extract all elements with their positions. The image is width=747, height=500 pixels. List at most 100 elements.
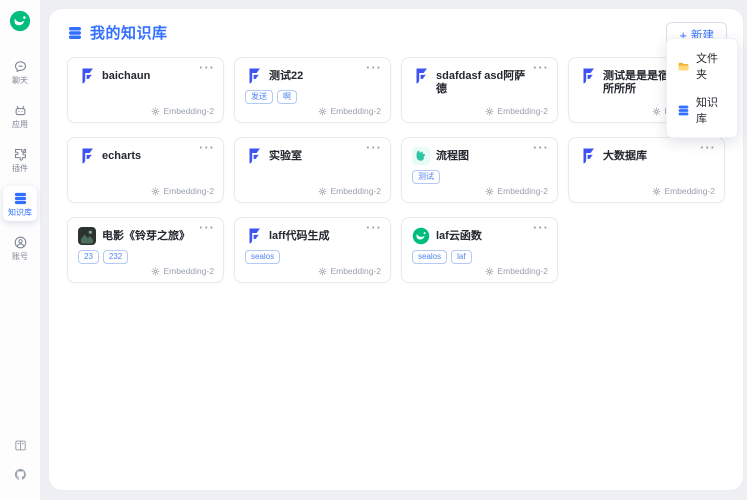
model-label: Embedding-2 — [664, 186, 715, 196]
card-title: echarts — [102, 150, 141, 163]
model-label: Embedding-2 — [163, 106, 214, 116]
model-label: Embedding-2 — [163, 266, 214, 276]
dataset-card[interactable]: 流程图··· 测试 Embedding-2 — [401, 137, 558, 203]
sidebar-item-label: 插件 — [12, 164, 28, 173]
doc-icon[interactable] — [13, 438, 28, 453]
user-icon — [13, 235, 28, 250]
model-label: Embedding-2 — [163, 186, 214, 196]
sidebar: 聊天应用插件知识库账号 — [0, 0, 40, 500]
gear-icon — [318, 107, 327, 116]
tag-badge: 测试 — [412, 170, 440, 184]
gear-icon — [652, 107, 661, 116]
dataset-card[interactable]: baichaun ··· Embedding-2 — [67, 57, 224, 123]
card-title: sdafdasf asd阿萨德 — [436, 70, 531, 96]
card-tag-row: sealos laf — [412, 250, 547, 264]
tag-badge: 23 — [78, 250, 99, 264]
teal-avatar-icon — [412, 147, 430, 165]
card-model-badge: Embedding-2 — [151, 266, 214, 276]
gear-icon — [318, 267, 327, 276]
sidebar-nav: 聊天应用插件知识库账号 — [3, 54, 37, 265]
model-label: Embedding-2 — [497, 186, 548, 196]
fastgpt-icon — [245, 67, 263, 85]
fastgpt-icon — [78, 67, 96, 85]
card-tag-row: 发送啊 — [245, 90, 380, 104]
card-model-badge: Embedding-2 — [485, 266, 548, 276]
card-more-menu-icon[interactable]: ··· — [199, 221, 215, 235]
fastgpt-icon — [245, 227, 263, 245]
card-header: 流程图 — [412, 147, 547, 165]
card-title: 实验室 — [269, 150, 302, 163]
card-tag-row: sealos — [245, 250, 380, 264]
github-icon[interactable] — [13, 467, 28, 482]
create-menu-item-dataset[interactable]: 知识库 — [667, 88, 737, 132]
card-header: 测试22 — [245, 67, 380, 85]
card-tag-row: 测试 — [412, 170, 547, 184]
gear-icon — [151, 267, 160, 276]
card-model-badge: Embedding-2 — [652, 186, 715, 196]
card-more-menu-icon[interactable]: ··· — [533, 61, 549, 75]
card-model-badge: Embedding-2 — [318, 266, 381, 276]
card-model-badge: Embedding-2 — [318, 106, 381, 116]
tag-badge: sealos — [245, 250, 280, 264]
card-more-menu-icon[interactable]: ··· — [199, 141, 215, 155]
card-more-menu-icon[interactable]: ··· — [366, 221, 382, 235]
dataset-card[interactable]: 电影《铃芽之旅》 ··· 23 232 Embedding-2 — [67, 217, 224, 283]
card-model-badge: Embedding-2 — [151, 186, 214, 196]
dataset-card[interactable]: echarts ··· Embedding-2 — [67, 137, 224, 203]
gear-icon — [151, 107, 160, 116]
card-title: laf云函数 — [436, 230, 482, 243]
fastgpt-icon — [579, 147, 597, 165]
card-more-menu-icon[interactable]: ··· — [533, 221, 549, 235]
sidebar-item-apps[interactable]: 应用 — [3, 98, 37, 133]
card-model-badge: Embedding-2 — [485, 106, 548, 116]
robot-icon — [13, 103, 28, 118]
sidebar-item-label: 知识库 — [8, 208, 32, 217]
sidebar-item-label: 账号 — [12, 252, 28, 261]
tag-badge: 232 — [103, 250, 128, 264]
plugin-icon — [13, 147, 28, 162]
sidebar-item-datasets[interactable]: 知识库 — [3, 186, 37, 221]
dataset-card[interactable]: laf云函数 ··· sealos laf Embedding-2 — [401, 217, 558, 283]
sidebar-item-label: 聊天 — [12, 76, 28, 85]
model-label: Embedding-2 — [330, 106, 381, 116]
sidebar-item-account[interactable]: 账号 — [3, 230, 37, 265]
poster-icon — [78, 227, 96, 245]
database-icon — [677, 104, 690, 117]
gear-icon — [652, 187, 661, 196]
card-more-menu-icon[interactable]: ··· — [533, 141, 549, 155]
menu-item-label: 文件夹 — [696, 50, 727, 82]
dataset-card[interactable]: 实验室 ··· Embedding-2 — [234, 137, 391, 203]
chat-icon — [13, 59, 28, 74]
card-more-menu-icon[interactable]: ··· — [199, 61, 215, 75]
laf-logo-icon[interactable] — [9, 10, 31, 32]
fastgpt-icon — [579, 67, 597, 85]
create-menu-item-folder[interactable]: 文件夹 — [667, 44, 737, 88]
dataset-card[interactable]: 大数据库···Embedding-2 — [568, 137, 725, 203]
tag-badge: sealos — [412, 250, 447, 264]
dataset-card[interactable]: laff代码生成···sealosEmbedding-2 — [234, 217, 391, 283]
dataset-card[interactable]: sdafdasf asd阿萨德··· Embedding-2 — [401, 57, 558, 123]
card-model-badge: Embedding-2 — [151, 106, 214, 116]
main-panel: 我的知识库 + 新建 baichaun···Embedding-2测试22···… — [48, 8, 744, 491]
card-title: baichaun — [102, 70, 150, 83]
fastgpt-icon — [245, 147, 263, 165]
card-tag-row: 23 232 — [78, 250, 213, 264]
dataset-card-grid: baichaun···Embedding-2测试22···发送啊Embeddin… — [49, 55, 743, 301]
sidebar-item-plugins[interactable]: 插件 — [3, 142, 37, 177]
card-more-menu-icon[interactable]: ··· — [366, 141, 382, 155]
tag-badge: laf — [451, 250, 471, 264]
card-more-menu-icon[interactable]: ··· — [700, 141, 716, 155]
card-model-badge: Embedding-2 — [485, 186, 548, 196]
dataset-card[interactable]: 测试22··· 发送啊 Embedding-2 — [234, 57, 391, 123]
sidebar-footer — [13, 438, 28, 482]
gear-icon — [151, 187, 160, 196]
card-more-menu-icon[interactable]: ··· — [366, 61, 382, 75]
model-label: Embedding-2 — [497, 106, 548, 116]
tag-badge: 发送 — [245, 90, 273, 104]
card-title: 电影《铃芽之旅》 — [102, 230, 190, 243]
model-label: Embedding-2 — [330, 186, 381, 196]
sidebar-item-chat[interactable]: 聊天 — [3, 54, 37, 89]
database-icon — [13, 191, 28, 206]
card-model-badge: Embedding-2 — [318, 186, 381, 196]
create-dropdown-menu: 文件夹知识库 — [666, 38, 738, 138]
